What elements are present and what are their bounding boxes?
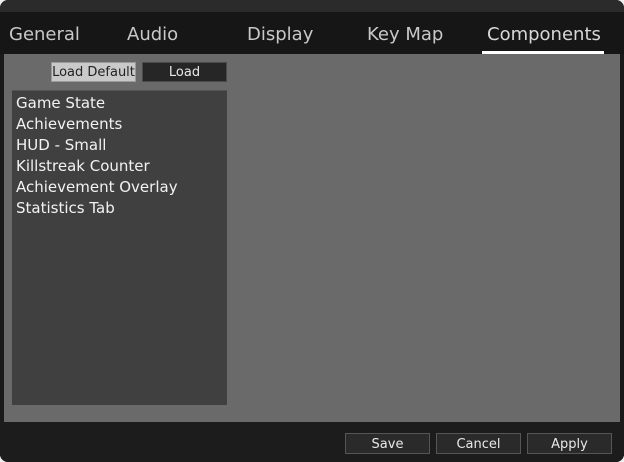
list-item[interactable]: Achievements [12,114,227,135]
list-item[interactable]: Statistics Tab [12,198,227,219]
apply-button[interactable]: Apply [527,433,612,454]
tab-components[interactable]: Components [482,12,604,54]
components-list[interactable]: Game State Achievements HUD - Small Kill… [12,90,227,405]
cancel-button[interactable]: Cancel [436,433,521,454]
list-item[interactable]: Achievement Overlay [12,177,227,198]
title-strip [0,0,624,12]
list-item[interactable]: Killstreak Counter [12,156,227,177]
dialog-footer: Save Cancel Apply [0,422,624,462]
components-panel: Load Default Load Game State Achievement… [4,54,620,422]
list-item[interactable]: HUD - Small [12,135,227,156]
tab-key-map[interactable]: Key Map [367,12,443,54]
list-item[interactable]: Game State [12,93,227,114]
tab-general[interactable]: General [9,12,80,54]
load-button[interactable]: Load [142,62,227,82]
load-default-button[interactable]: Load Default [51,62,136,82]
tab-bar: General Audio Display Key Map Components [0,12,624,54]
tab-audio[interactable]: Audio [127,12,178,54]
save-button[interactable]: Save [345,433,430,454]
tab-display[interactable]: Display [247,12,313,54]
settings-window: General Audio Display Key Map Components… [0,0,624,462]
